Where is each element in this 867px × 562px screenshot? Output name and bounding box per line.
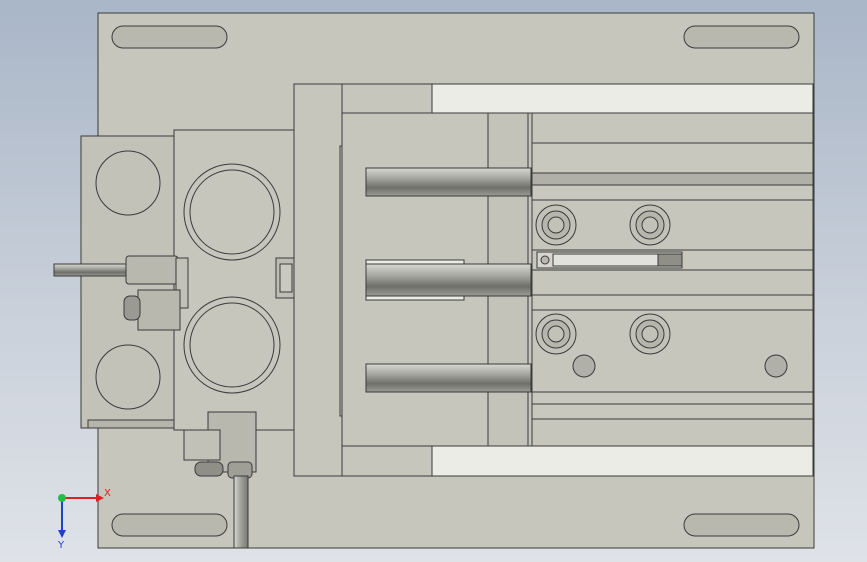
cad-drawing: X Y — [53, 12, 815, 551]
y-axis-label: Y — [57, 540, 65, 551]
x-axis-label: X — [104, 488, 111, 499]
mounting-slot-bottom-right — [683, 513, 800, 537]
guide-rod-top — [365, 167, 532, 197]
guide-rod-middle — [365, 263, 532, 297]
mounting-slot-top-right — [683, 25, 800, 49]
pin-1 — [572, 354, 596, 378]
mounting-slot-top-left — [111, 25, 228, 49]
rail-top — [431, 83, 814, 114]
pin-2 — [764, 354, 788, 378]
mounting-slot-bottom-left — [111, 513, 228, 537]
air-tube-bottom — [233, 475, 249, 549]
bore-top-inner — [189, 169, 275, 255]
guide-rod-bottom — [365, 363, 532, 393]
cad-viewport[interactable]: X Y — [0, 0, 867, 562]
axis-triad — [58, 494, 104, 538]
cylinder-port-bottom — [95, 344, 161, 410]
air-tube — [53, 263, 135, 277]
cylinder-port-top — [95, 150, 161, 216]
rail-bottom — [431, 445, 814, 477]
carriage-plate — [293, 83, 343, 477]
bore-bottom-inner — [189, 302, 275, 388]
fitting-elbow-mid — [137, 289, 181, 331]
fitting-elbow-top — [125, 255, 179, 285]
